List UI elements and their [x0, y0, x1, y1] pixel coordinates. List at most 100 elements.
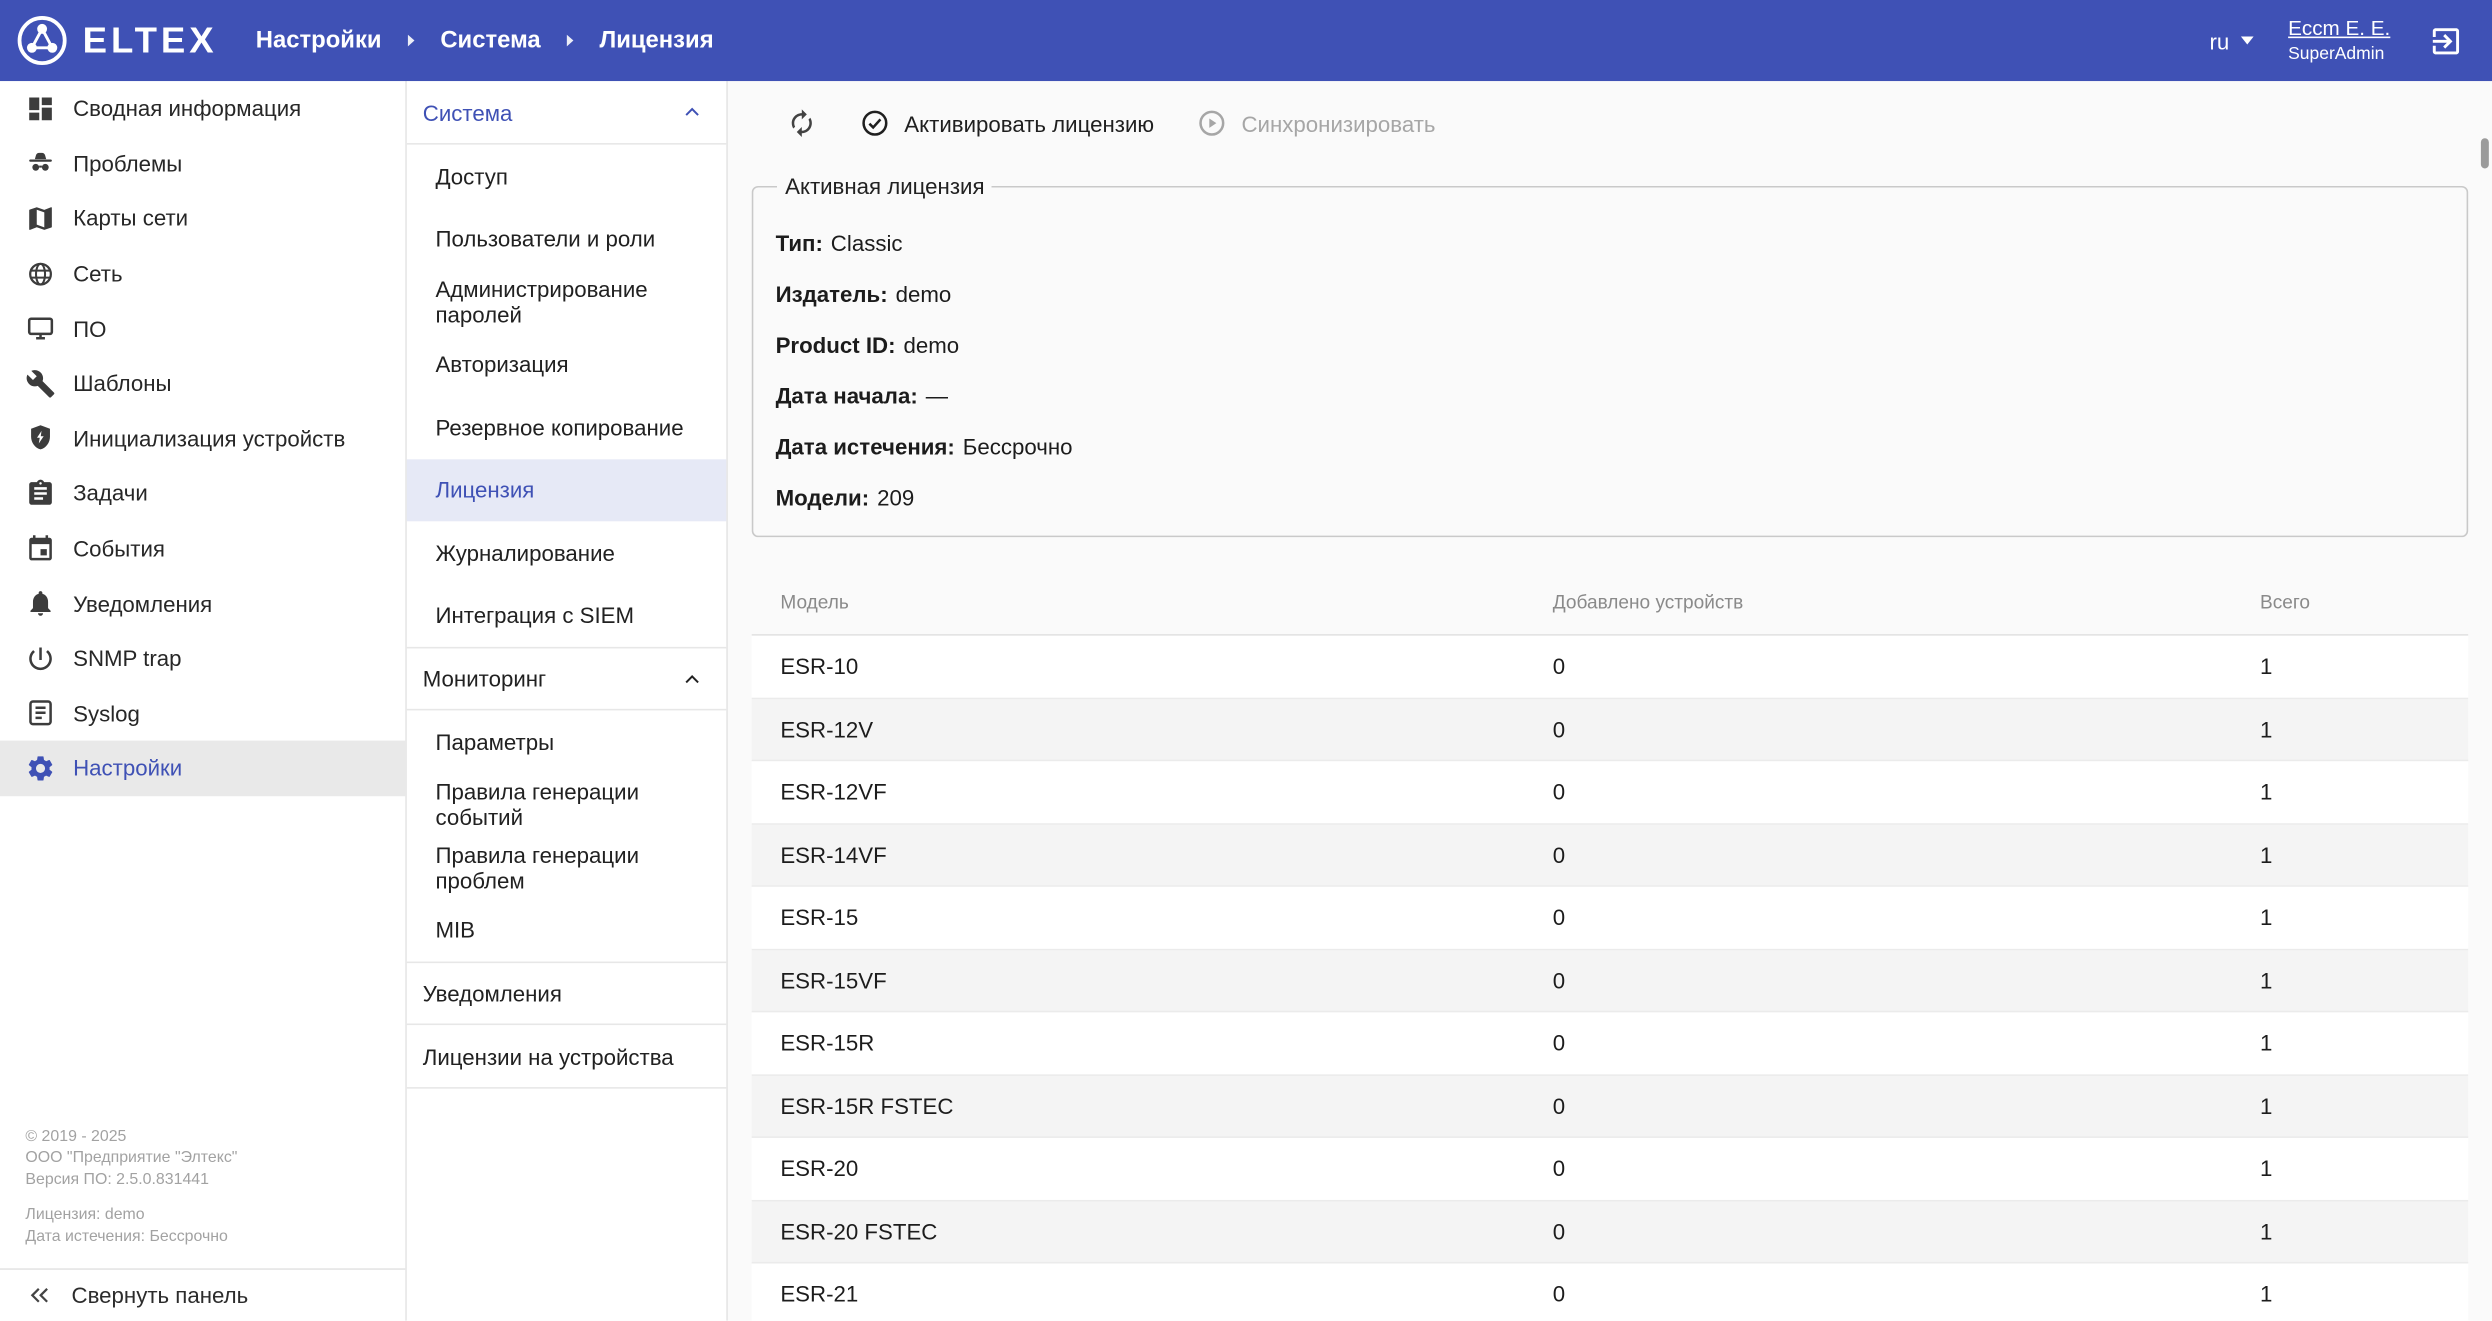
submenu-section-system[interactable]: Система [407, 81, 726, 145]
chevron-up-icon [680, 100, 704, 124]
settings-submenu: Система Доступ Пользователи и роли Админ… [407, 81, 728, 1321]
submenu-item-siem[interactable]: Интеграция с SIEM [407, 584, 726, 647]
submenu-item-password-admin[interactable]: Администрирование паролей [407, 270, 726, 333]
cell-model: ESR-12V [752, 716, 1553, 741]
refresh-button[interactable] [787, 108, 817, 138]
sidebar-item-tasks[interactable]: Задачи [0, 466, 405, 521]
field-label: Дата истечения: [776, 434, 955, 459]
table-row: ESR-10 0 1 [752, 636, 2468, 699]
language-selector[interactable]: ru [2210, 28, 2254, 53]
sidebar-item-settings[interactable]: Настройки [0, 741, 405, 796]
breadcrumb-license[interactable]: Лицензия [599, 27, 713, 54]
sync-button[interactable]: Синхронизировать [1197, 108, 1435, 138]
collapse-panel-button[interactable]: Свернуть панель [0, 1268, 405, 1320]
logout-button[interactable] [2425, 20, 2466, 61]
sidebar-item-syslog[interactable]: Syslog [0, 686, 405, 741]
table-row: ESR-15 0 1 [752, 887, 2468, 950]
cell-total: 1 [2260, 654, 2468, 679]
table-row: ESR-21 0 1 [752, 1263, 2468, 1320]
sidebar-item-problems[interactable]: Проблемы [0, 136, 405, 191]
field-label: Модели: [776, 485, 870, 510]
sidebar-item-device-init[interactable]: Инициализация устройств [0, 411, 405, 466]
cell-added: 0 [1553, 1219, 2260, 1244]
cell-added: 0 [1553, 1030, 2260, 1055]
sidebar-item-network[interactable]: Сеть [0, 246, 405, 301]
sidebar-item-label: Настройки [73, 756, 182, 781]
sidebar-item-templates[interactable]: Шаблоны [0, 356, 405, 411]
submenu-section-label: Уведомления [423, 981, 562, 1006]
sidebar-item-notifications[interactable]: Уведомления [0, 576, 405, 631]
table-header: Модель Добавлено устройств Всего [752, 571, 2468, 636]
sidebar-item-summary[interactable]: Сводная информация [0, 81, 405, 136]
activate-license-button[interactable]: Активировать лицензию [860, 108, 1154, 138]
table-row: ESR-14VF 0 1 [752, 824, 2468, 887]
eltex-logo[interactable]: ELTEX [0, 14, 240, 66]
submenu-item-access[interactable]: Доступ [407, 145, 726, 208]
table-row: ESR-20 0 1 [752, 1138, 2468, 1201]
user-menu[interactable]: Eccm E. E. SuperAdmin [2288, 16, 2390, 66]
footer-license: Лицензия: demo [25, 1205, 379, 1226]
license-models-table: Модель Добавлено устройств Всего ESR-10 … [752, 571, 2468, 1321]
submenu-item-backup[interactable]: Резервное копирование [407, 396, 726, 459]
topbar: ELTEX Настройки Система Лицензия ru Eccm… [0, 0, 2492, 81]
sync-label: Синхронизировать [1241, 110, 1435, 135]
sidebar-footer: © 2019 - 2025 ООО "Предприятие "Элтекс" … [0, 1126, 405, 1268]
cell-model: ESR-15R [752, 1030, 1553, 1055]
cell-model: ESR-21 [752, 1281, 1553, 1306]
submenu-item-license[interactable]: Лицензия [407, 459, 726, 522]
dashboard-icon [25, 93, 55, 123]
sidebar-item-label: События [73, 536, 165, 561]
submenu-item-journaling[interactable]: Журналирование [407, 521, 726, 584]
submenu-item-problem-rules[interactable]: Правила генерации проблем [407, 836, 726, 899]
submenu-item-device-licenses[interactable]: Лицензии на устройства [407, 1025, 726, 1089]
cell-added: 0 [1553, 654, 2260, 679]
sidebar-item-snmp-trap[interactable]: SNMP trap [0, 631, 405, 686]
cell-total: 1 [2260, 1281, 2468, 1306]
cell-added: 0 [1553, 842, 2260, 867]
tasks-icon [25, 478, 55, 508]
breadcrumb-system[interactable]: Система [440, 27, 540, 54]
field-value: 209 [877, 485, 914, 510]
sidebar-item-label: Карты сети [73, 206, 188, 231]
refresh-icon [787, 108, 817, 138]
field-value: Бессрочно [963, 434, 1073, 459]
chevron-down-icon [2240, 37, 2253, 45]
breadcrumb-arrow-icon [402, 32, 419, 49]
eltex-logo-text: ELTEX [83, 19, 218, 62]
software-icon [25, 313, 55, 343]
license-field-publisher: Издатель:demo [776, 281, 2445, 306]
globe-icon [25, 258, 55, 288]
submenu-item-parameters[interactable]: Параметры [407, 710, 726, 773]
cell-added: 0 [1553, 1093, 2260, 1118]
sidebar-item-events[interactable]: События [0, 521, 405, 576]
power-icon [25, 643, 55, 673]
field-value: demo [903, 332, 959, 357]
active-license-box: Активная лицензия Тип:Classic Издатель:d… [752, 173, 2468, 537]
table-header-model: Модель [752, 591, 1553, 613]
scrollbar-thumb[interactable] [2481, 138, 2489, 168]
submenu-item-users-roles[interactable]: Пользователи и роли [407, 207, 726, 270]
license-field-start-date: Дата начала:— [776, 383, 2445, 408]
license-field-product-id: Product ID:demo [776, 332, 2445, 357]
breadcrumb-arrow-icon [561, 32, 578, 49]
user-role: SuperAdmin [2288, 43, 2390, 66]
submenu-item-notifications[interactable]: Уведомления [407, 962, 726, 1026]
submenu-section-monitoring[interactable]: Мониторинг [407, 647, 726, 711]
footer-expiry: Дата истечения: Бессрочно [25, 1226, 379, 1247]
submenu-item-authorization[interactable]: Авторизация [407, 333, 726, 396]
sidebar-item-software[interactable]: ПО [0, 301, 405, 356]
submenu-item-mib[interactable]: MIB [407, 899, 726, 962]
sidebar-item-network-maps[interactable]: Карты сети [0, 191, 405, 246]
cell-added: 0 [1553, 967, 2260, 992]
breadcrumb-settings[interactable]: Настройки [256, 27, 382, 54]
submenu-item-event-rules[interactable]: Правила генерации событий [407, 773, 726, 836]
cell-total: 1 [2260, 1219, 2468, 1244]
table-header-total: Всего [2260, 591, 2468, 613]
app-root: ELTEX Настройки Система Лицензия ru Eccm… [0, 0, 2492, 1321]
cell-total: 1 [2260, 1093, 2468, 1118]
user-name: Eccm E. E. [2288, 16, 2390, 43]
table-header-added: Добавлено устройств [1553, 591, 2260, 613]
license-field-expiry-date: Дата истечения: Бессрочно [776, 434, 2445, 459]
breadcrumb: Настройки Система Лицензия [256, 27, 714, 54]
main-sidebar: Сводная информация Проблемы Карты сети С… [0, 81, 407, 1321]
